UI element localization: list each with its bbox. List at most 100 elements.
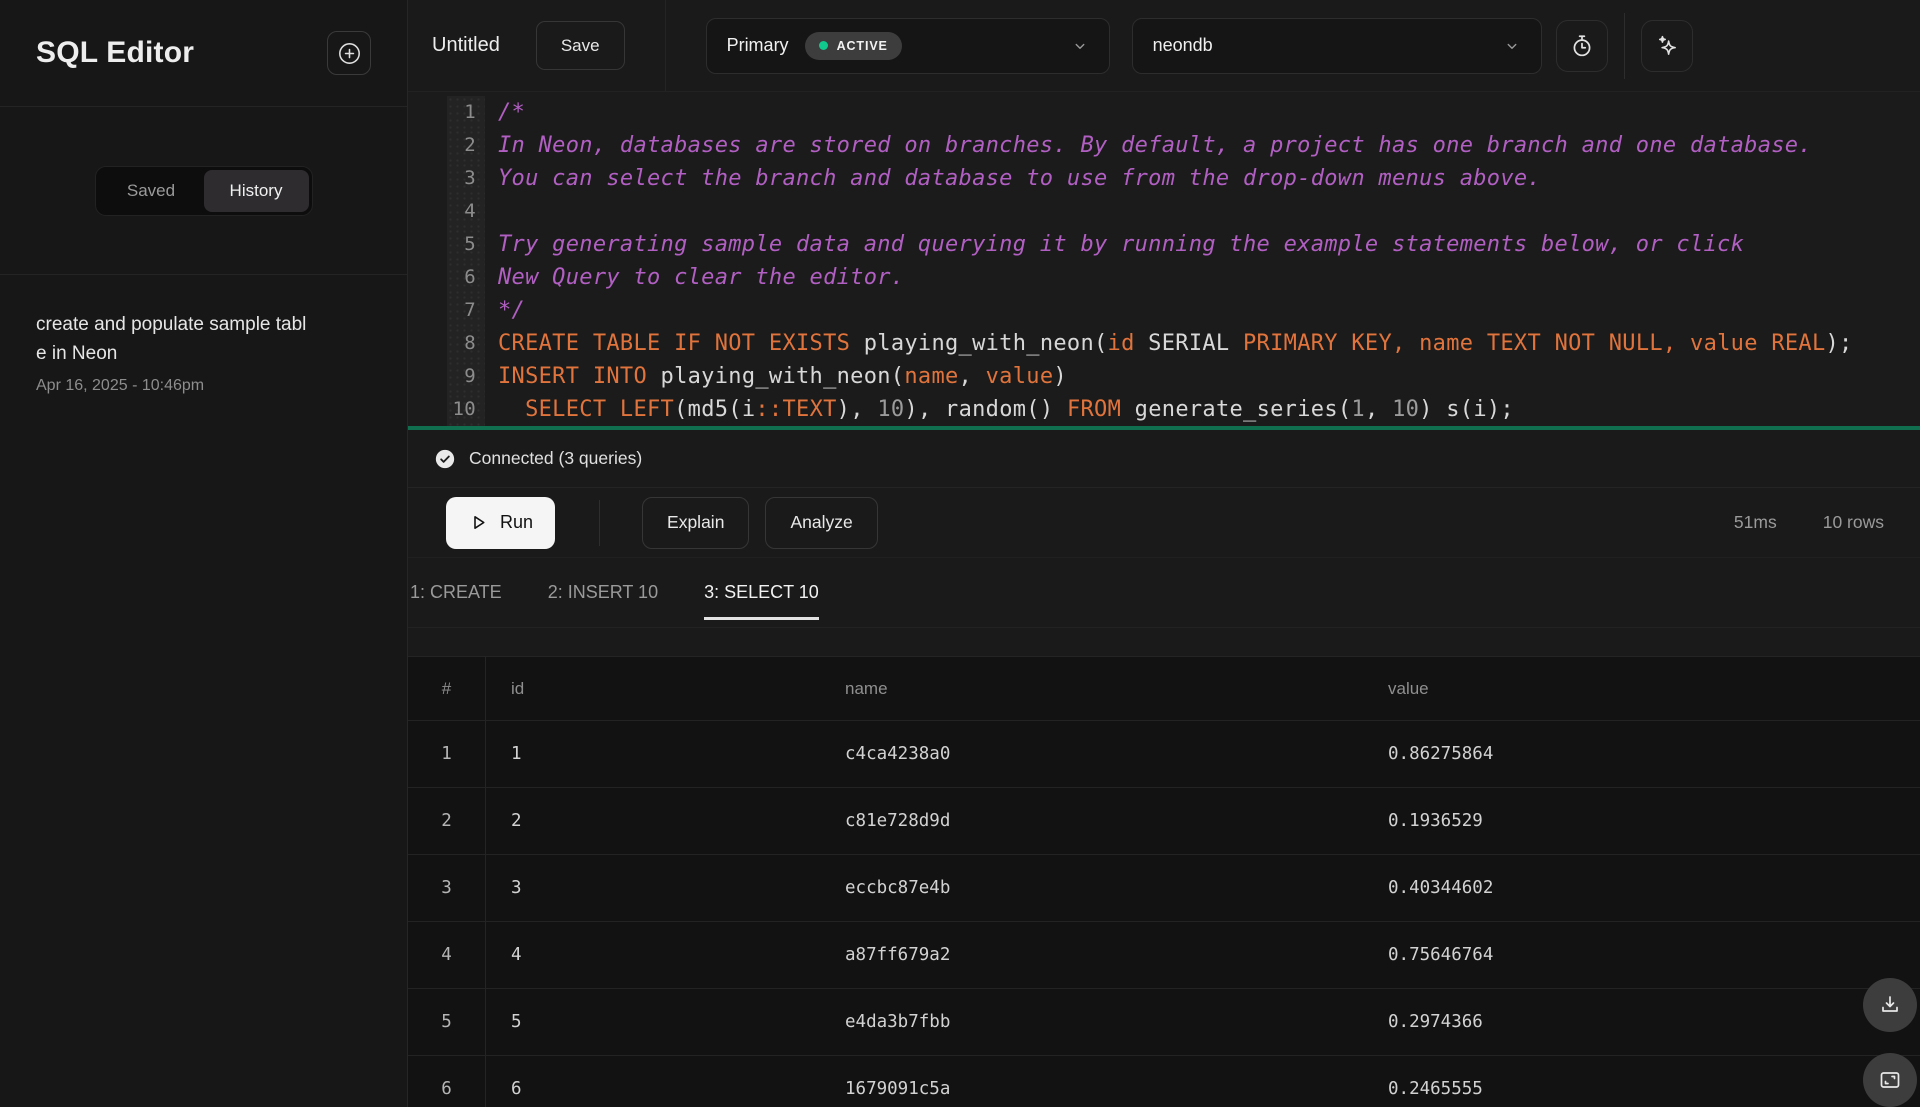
code-lines: 1/*2In Neon, databases are stored on bra… <box>408 96 1920 426</box>
chevron-down-icon <box>1503 37 1521 55</box>
table-cell: 2 <box>486 788 820 854</box>
code-text <box>485 195 498 228</box>
sparkles-icon <box>1654 33 1680 59</box>
expand-icon <box>1878 1068 1902 1092</box>
table-cell: 0.40344602 <box>1363 855 1920 921</box>
connection-status-label: Connected (3 queries) <box>469 448 642 469</box>
table-cell: eccbc87e4b <box>820 855 1363 921</box>
run-button-label: Run <box>500 512 533 533</box>
table-cell: 0.2465555 <box>1363 1056 1920 1107</box>
table-cell: a87ff679a2 <box>820 922 1363 988</box>
table-row[interactable]: 44a87ff679a20.75646764 <box>408 922 1920 989</box>
query-metrics: 51ms 10 rows <box>1734 512 1884 533</box>
history-item[interactable]: create and populate sample table in Neon… <box>36 311 371 395</box>
code-line[interactable]: 3You can select the branch and database … <box>408 162 1920 195</box>
ai-assist-button[interactable] <box>1641 20 1693 72</box>
explain-button[interactable]: Explain <box>642 497 749 549</box>
result-tabs: 1: CREATE 2: INSERT 10 3: SELECT 10 <box>408 558 1920 628</box>
table-row[interactable]: 22c81e728d9d0.1936529 <box>408 788 1920 855</box>
tab-history[interactable]: History <box>204 170 309 212</box>
table-cell: 1679091c5a <box>820 1056 1363 1107</box>
analyze-button[interactable]: Analyze <box>765 497 877 549</box>
table-row[interactable]: 33eccbc87e4b0.40344602 <box>408 855 1920 922</box>
table-cell: 3 <box>486 855 820 921</box>
result-tab[interactable]: 1: CREATE <box>410 558 502 627</box>
table-cell: 1 <box>408 721 486 787</box>
code-editor[interactable]: 1/*2In Neon, databases are stored on bra… <box>408 92 1920 430</box>
column-header: name <box>820 657 1363 720</box>
branch-select[interactable]: Primary ACTIVE <box>706 18 1110 74</box>
table-cell: 4 <box>408 922 486 988</box>
code-line[interactable]: 5Try generating sample data and querying… <box>408 228 1920 261</box>
topbar-divider <box>1624 13 1625 79</box>
page-title: SQL Editor <box>36 36 194 70</box>
history-item-title: create and populate sample table in Neon <box>36 311 314 368</box>
expand-results-button[interactable] <box>1863 1053 1917 1107</box>
stopwatch-icon <box>1569 33 1595 59</box>
history-list: create and populate sample table in Neon… <box>0 275 407 431</box>
line-number: 6 <box>447 261 485 294</box>
code-text: SELECT LEFT(md5(i::TEXT), 10), random() … <box>485 393 1514 426</box>
code-line[interactable]: 1/* <box>408 96 1920 129</box>
query-history-button[interactable] <box>1556 20 1608 72</box>
new-query-button[interactable] <box>327 31 371 75</box>
line-number: 2 <box>447 129 485 162</box>
run-button[interactable]: Run <box>446 497 555 549</box>
table-cell: 0.86275864 <box>1363 721 1920 787</box>
table-row[interactable]: 55e4da3b7fbb0.2974366 <box>408 989 1920 1056</box>
line-number: 7 <box>447 294 485 327</box>
download-results-button[interactable] <box>1863 978 1917 1032</box>
table-row[interactable]: 661679091c5a0.2465555 <box>408 1056 1920 1107</box>
code-text: /* <box>485 96 525 129</box>
database-select[interactable]: neondb <box>1132 18 1542 74</box>
sidebar-tabs-section: Saved History <box>0 107 407 275</box>
code-text: New Query to clear the editor. <box>485 261 904 294</box>
main-panel: Untitled Save Primary ACTIVE neondb <box>408 0 1920 1107</box>
check-circle-icon <box>434 448 456 470</box>
play-icon <box>468 512 489 533</box>
query-file-name: Untitled <box>432 34 500 57</box>
code-line[interactable]: 2In Neon, databases are stored on branch… <box>408 129 1920 162</box>
table-row[interactable]: 11c4ca4238a00.86275864 <box>408 721 1920 788</box>
table-cell: 6 <box>408 1056 486 1107</box>
line-number: 3 <box>447 162 485 195</box>
history-item-timestamp: Apr 16, 2025 - 10:46pm <box>36 377 371 395</box>
code-line[interactable]: 7*/ <box>408 294 1920 327</box>
code-text: INSERT INTO playing_with_neon(name, valu… <box>485 360 1067 393</box>
connection-status-bar: Connected (3 queries) <box>408 430 1920 488</box>
result-tab[interactable]: 2: INSERT 10 <box>548 558 658 627</box>
table-cell: 4 <box>486 922 820 988</box>
line-number: 1 <box>447 96 485 129</box>
plus-circle-icon <box>337 41 362 66</box>
table-header-row: #idnamevalue <box>408 657 1920 721</box>
table-cell: 0.1936529 <box>1363 788 1920 854</box>
tab-saved[interactable]: Saved <box>99 170 204 212</box>
branch-status-badge: ACTIVE <box>805 32 902 60</box>
column-header: value <box>1363 657 1920 720</box>
code-text: */ <box>485 294 525 327</box>
table-cell: 2 <box>408 788 486 854</box>
status-dot-icon <box>819 41 828 50</box>
save-button[interactable]: Save <box>536 21 625 70</box>
column-header: # <box>408 657 486 720</box>
code-line[interactable]: 9INSERT INTO playing_with_neon(name, val… <box>408 360 1920 393</box>
code-line[interactable]: 10 SELECT LEFT(md5(i::TEXT), 10), random… <box>408 393 1920 426</box>
download-icon <box>1878 993 1902 1017</box>
code-line[interactable]: 4 <box>408 195 1920 228</box>
code-text: CREATE TABLE IF NOT EXISTS playing_with_… <box>485 327 1853 360</box>
code-line[interactable]: 8CREATE TABLE IF NOT EXISTS playing_with… <box>408 327 1920 360</box>
result-tab[interactable]: 3: SELECT 10 <box>704 558 819 627</box>
code-line[interactable]: 6New Query to clear the editor. <box>408 261 1920 294</box>
line-number: 9 <box>447 360 485 393</box>
query-row-count: 10 rows <box>1823 512 1884 533</box>
chevron-down-icon <box>1071 37 1089 55</box>
editor-topbar: Untitled Save Primary ACTIVE neondb <box>408 0 1920 92</box>
line-number: 8 <box>447 327 485 360</box>
actions-divider <box>599 500 600 546</box>
results-table: #idnamevalue11c4ca4238a00.8627586422c81e… <box>408 656 1920 1107</box>
line-number: 4 <box>447 195 485 228</box>
table-cell: c81e728d9d <box>820 788 1363 854</box>
line-number: 5 <box>447 228 485 261</box>
topbar-divider <box>665 0 666 91</box>
table-cell: 6 <box>486 1056 820 1107</box>
